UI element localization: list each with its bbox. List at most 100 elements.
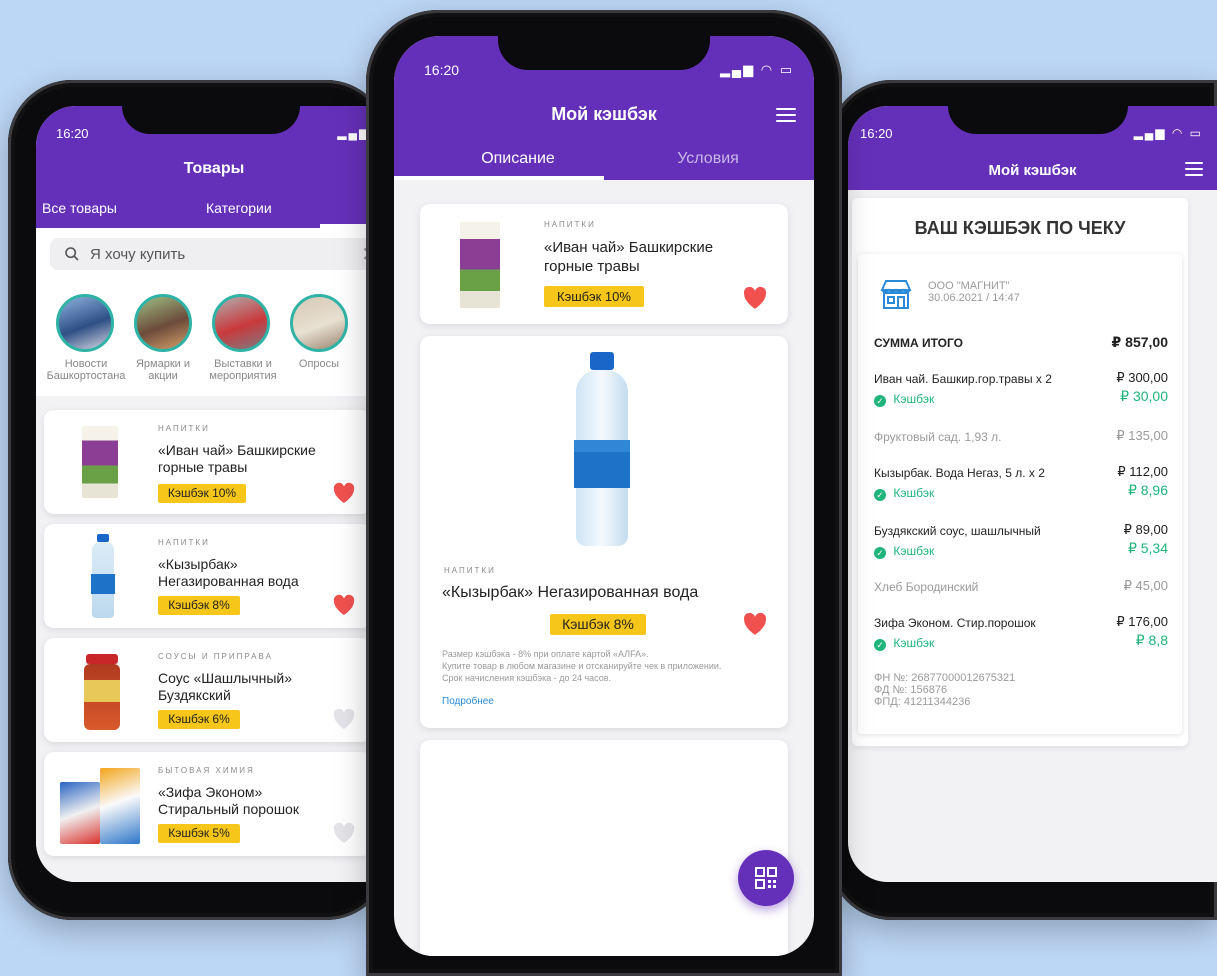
heart-icon[interactable] bbox=[332, 822, 356, 844]
status-time: 16:20 bbox=[424, 62, 460, 78]
product-card[interactable]: Напитки «Кызырбак» Негазированная вода Кэ… bbox=[44, 524, 372, 628]
cashback-label: ✓ Кэшбэк bbox=[874, 544, 934, 559]
total-label: СУММА ИТОГО bbox=[874, 336, 963, 350]
fiscal-fpd: ФПД: 41211344236 bbox=[874, 696, 971, 708]
bubble-fairs[interactable] bbox=[134, 294, 192, 352]
product-card[interactable]: Бытовая химия «Зифа Эконом» Стиральный по… bbox=[44, 752, 372, 856]
more-link[interactable]: Подробнее bbox=[442, 696, 494, 707]
tab-conditions[interactable]: Условия bbox=[624, 150, 792, 168]
product-detail-card: Напитки «Кызырбак» Негазированная вода К… bbox=[420, 336, 788, 728]
menu-icon[interactable] bbox=[1185, 162, 1203, 180]
cashback-value: ₽ 8,8 bbox=[1135, 632, 1168, 648]
signal-wifi-battery-icon: ▂▄▆ ◠ ▭ bbox=[1133, 126, 1203, 140]
receipt-title: ВАШ КЭШБЭК ПО ЧЕКУ bbox=[914, 218, 1126, 238]
bubble-label-fairs: Ярмарки и акции bbox=[135, 358, 191, 382]
status-time: 16:20 bbox=[860, 126, 893, 141]
heart-icon[interactable] bbox=[742, 612, 768, 636]
heart-icon[interactable] bbox=[332, 594, 356, 616]
product-image-water-bottle bbox=[570, 352, 634, 546]
tab-description[interactable]: Описание bbox=[434, 150, 602, 168]
search-icon bbox=[65, 247, 79, 261]
receipt-body: ООО "МАГНИТ" 30.06.2021 / 14:47 СУММА ИТ… bbox=[858, 254, 1182, 734]
menu-icon[interactable] bbox=[776, 108, 796, 126]
check-icon: ✓ bbox=[874, 547, 886, 559]
product-name: Соус «Шашлычный» Буздякский bbox=[158, 670, 293, 703]
heart-icon[interactable] bbox=[742, 286, 768, 310]
receipt: ВАШ КЭШБЭК ПО ЧЕКУ ООО "МАГНИТ" 30.06.20… bbox=[852, 198, 1188, 746]
product-image-water-bottle bbox=[90, 534, 116, 618]
receipt-item-price: ₽ 112,00 bbox=[1117, 464, 1168, 479]
product-card[interactable]: Напитки «Иван чай» Башкирские горные трав… bbox=[420, 204, 788, 324]
product-category: Соусы и приправа bbox=[158, 652, 273, 661]
receipt-item-price: ₽ 176,00 bbox=[1116, 614, 1168, 629]
receipt-item-name: Зифа Эконом. Стир.порошок bbox=[874, 616, 1036, 630]
notch-left bbox=[122, 106, 300, 134]
cashback-badge: Кэшбэк 10% bbox=[158, 484, 246, 503]
fiscal-fd: ФД №: 156876 bbox=[874, 684, 948, 696]
product-name: «Иван чай» Башкирские горные травы bbox=[544, 239, 714, 275]
phone-left: 16:20 ▂▄▆ ◠ Товары Все товары Категории … bbox=[8, 80, 392, 920]
cashback-value: ₽ 5,34 bbox=[1127, 540, 1168, 556]
cashback-value: ₽ 30,00 bbox=[1120, 388, 1168, 404]
receipt-item-name: Иван чай. Башкир.гор.травы х 2 bbox=[874, 372, 1052, 386]
page-title: Товары bbox=[183, 160, 245, 177]
page-title: Мой кэшбэк bbox=[551, 104, 657, 124]
shop-name: ООО "МАГНИТ" bbox=[928, 280, 1010, 292]
product-name: «Кызырбак» Негазированная вода bbox=[442, 584, 699, 601]
status-time: 16:20 bbox=[56, 126, 89, 141]
receipt-item-name: Хлеб Бородинский bbox=[874, 580, 979, 594]
product-category: Напитки bbox=[444, 566, 496, 575]
product-category: Напитки bbox=[158, 424, 210, 433]
search-bar[interactable]: Я хочу купить ✕ bbox=[50, 238, 380, 270]
screen-center: 16:20 ▂▄▆ ◠ ▭ Мой кэшбэк Описание Услови… bbox=[394, 36, 814, 956]
fiscal-info: ФН №: 26877000012675321 ФД №: 156876 ФПД… bbox=[874, 672, 1015, 708]
cashback-label: ✓ Кэшбэк bbox=[874, 636, 934, 651]
product-image-detergent bbox=[60, 768, 144, 844]
page-title: Мой кэшбэк bbox=[988, 162, 1077, 179]
qr-scan-button[interactable] bbox=[738, 850, 794, 906]
phone-right: 16:20 ▂▄▆ ◠ ▭ Мой кэшбэк ВАШ КЭШБЭК ПО Ч… bbox=[828, 80, 1217, 920]
screen-left: 16:20 ▂▄▆ ◠ Товары Все товары Категории … bbox=[36, 106, 392, 882]
cashback-value: ₽ 8,96 bbox=[1127, 482, 1168, 498]
product-category: Напитки bbox=[158, 538, 210, 547]
tab-underline bbox=[394, 176, 604, 180]
product-name: «Кызырбак» Негазированная вода bbox=[158, 556, 299, 589]
bubble-label-polls: Опросы bbox=[298, 358, 340, 370]
shop-icon bbox=[880, 280, 912, 309]
product-card[interactable]: Соусы и приправа Соус «Шашлычный» Буздякс… bbox=[44, 638, 372, 742]
next-card-partial bbox=[420, 740, 788, 956]
product-category: Напитки bbox=[544, 220, 596, 229]
receipt-item-price: ₽ 300,00 bbox=[1116, 370, 1168, 385]
receipt-item-price: ₽ 89,00 bbox=[1123, 522, 1168, 537]
check-icon: ✓ bbox=[874, 395, 886, 407]
notch-center bbox=[498, 36, 710, 70]
cashback-badge: Кэшбэк 5% bbox=[158, 824, 240, 843]
fiscal-fn: ФН №: 26877000012675321 bbox=[874, 672, 1016, 684]
bubble-label-news: Новости Башкортостана bbox=[46, 358, 126, 382]
cashback-label: ✓ Кэшбэк bbox=[874, 392, 934, 407]
receipt-item-price: ₽ 45,00 bbox=[1123, 578, 1168, 593]
product-name: «Зифа Эконом» Стиральный порошок bbox=[158, 784, 299, 817]
cashback-badge: Кэшбэк 6% bbox=[158, 710, 240, 729]
product-name: «Иван чай» Башкирские горные травы bbox=[158, 442, 316, 475]
check-icon: ✓ bbox=[874, 489, 886, 501]
bubble-polls[interactable] bbox=[290, 294, 348, 352]
heart-icon[interactable] bbox=[332, 708, 356, 730]
notch-right bbox=[948, 106, 1128, 134]
qr-code-icon bbox=[755, 867, 777, 889]
heart-icon[interactable] bbox=[332, 482, 356, 504]
product-image-ivan-chai bbox=[460, 222, 500, 308]
tab-categories[interactable]: Категории bbox=[206, 200, 272, 216]
screen-right: 16:20 ▂▄▆ ◠ ▭ Мой кэшбэк ВАШ КЭШБЭК ПО Ч… bbox=[848, 106, 1217, 882]
search-input[interactable]: Я хочу купить bbox=[90, 246, 185, 263]
product-category: Бытовая химия bbox=[158, 766, 255, 775]
bubble-exhibitions[interactable] bbox=[212, 294, 270, 352]
total-value: ₽ 857,00 bbox=[1111, 334, 1168, 350]
product-card[interactable]: Напитки «Иван чай» Башкирские горные трав… bbox=[44, 410, 372, 514]
cashback-badge: Кэшбэк 10% bbox=[544, 286, 644, 307]
shop-date: 30.06.2021 / 14:47 bbox=[928, 292, 1020, 304]
phone-center: 16:20 ▂▄▆ ◠ ▭ Мой кэшбэк Описание Услови… bbox=[366, 10, 842, 976]
tab-all-products[interactable]: Все товары bbox=[42, 200, 117, 216]
bubble-news[interactable] bbox=[56, 294, 114, 352]
receipt-item-price: ₽ 135,00 bbox=[1116, 428, 1168, 443]
